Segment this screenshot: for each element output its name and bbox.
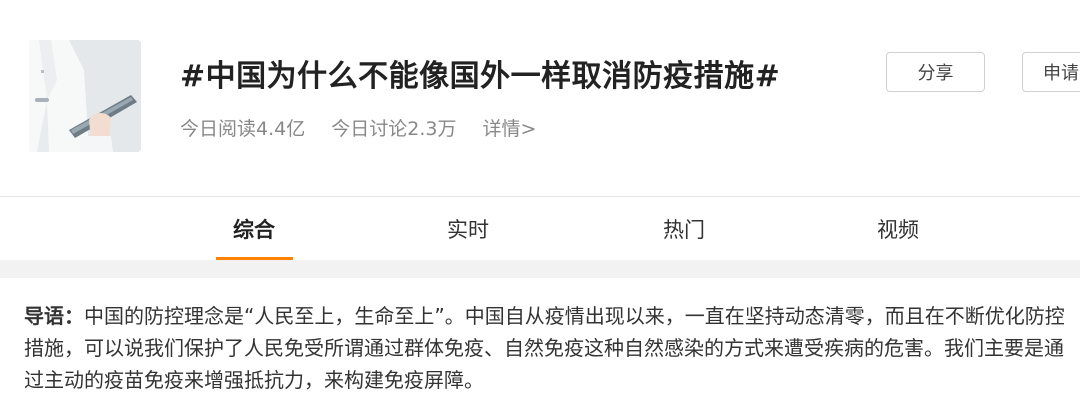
share-button[interactable]: 分享 [886,52,985,92]
details-link[interactable]: 详情> [483,118,537,140]
tab-realtime[interactable]: 实时 [408,197,528,260]
topic-stats: 今日阅读4.4亿 今日讨论2.3万 详情> [180,114,556,141]
tab-comprehensive[interactable]: 综合 [194,197,314,260]
tab-bar: 综合 实时 热门 视频 [0,197,1080,260]
intro-label: 导语： [24,304,84,328]
topic-title: #中国为什么不能像国外一样取消防疫措施# [180,59,781,94]
tab-hot[interactable]: 热门 [624,197,744,260]
topic-header: #中国为什么不能像国外一样取消防疫措施# 今日阅读4.4亿 今日讨论2.3万 详… [0,0,1080,196]
discuss-count: 今日讨论2.3万 [331,118,457,140]
doctor-holding-tablet-icon [29,40,141,152]
tab-video[interactable]: 视频 [838,197,958,260]
apply-button[interactable]: 申请 [1022,52,1080,92]
topic-thumbnail [29,40,141,152]
read-count: 今日阅读4.4亿 [180,118,306,140]
section-gap [0,260,1080,278]
topic-intro: 导语：中国的防控理念是“人民至上，生命至上”。中国自从疫情出现以来，一直在坚持动… [24,300,1074,396]
intro-text: 中国的防控理念是“人民至上，生命至上”。中国自从疫情出现以来，一直在坚持动态清零… [24,304,1065,392]
